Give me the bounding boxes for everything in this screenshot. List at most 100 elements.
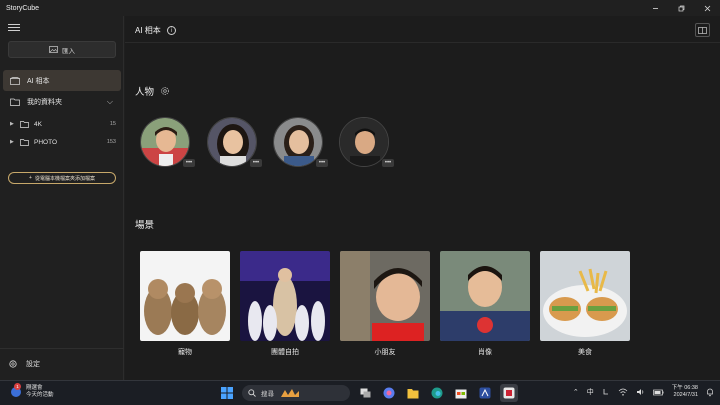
scene-caption: 小朋友 bbox=[374, 349, 396, 356]
image-import-icon bbox=[49, 46, 58, 53]
person-avatar[interactable]: ••• bbox=[273, 117, 328, 167]
scene-caption: 美食 bbox=[578, 349, 592, 356]
settings-gear-icon[interactable] bbox=[160, 86, 170, 96]
scene-caption: 寵物 bbox=[178, 349, 192, 356]
search-placeholder: 搜尋 bbox=[261, 391, 274, 398]
scene-caption: 肖像 bbox=[478, 349, 492, 356]
hamburger-menu-button[interactable] bbox=[8, 22, 20, 32]
main-header: AI 相本 i bbox=[125, 16, 720, 43]
taskbar-apps: 搜尋 bbox=[218, 384, 518, 402]
scene-thumbnail bbox=[440, 251, 530, 341]
person-avatar[interactable]: ••• bbox=[339, 117, 394, 167]
notification-bell-icon[interactable] bbox=[706, 388, 714, 397]
person-avatar[interactable]: ••• bbox=[207, 117, 262, 167]
scene-thumbnail bbox=[240, 251, 330, 341]
minimize-icon bbox=[652, 7, 658, 9]
ime-indicator[interactable]: 中 bbox=[587, 387, 594, 397]
scene-thumbnail bbox=[340, 251, 430, 341]
battery-icon[interactable] bbox=[652, 389, 664, 396]
clock[interactable]: 下午 06:38 2024/7/31 bbox=[672, 385, 698, 399]
folder-icon bbox=[20, 138, 29, 146]
view-toggle-button[interactable] bbox=[695, 23, 710, 37]
copilot-button[interactable] bbox=[380, 384, 398, 402]
search-icon bbox=[248, 389, 256, 397]
panel-icon bbox=[698, 26, 707, 34]
scenes-section-title: 場景 bbox=[135, 217, 154, 231]
clock-date: 2024/7/31 bbox=[673, 392, 698, 398]
window-controls bbox=[642, 0, 720, 16]
person-avatar[interactable]: ••• bbox=[140, 117, 195, 167]
app-icon bbox=[479, 387, 491, 399]
settings-button[interactable]: 設定 bbox=[8, 359, 40, 369]
search-highlight-icon bbox=[281, 389, 299, 397]
folder-name: 4K bbox=[34, 120, 42, 128]
add-folder-button[interactable]: + 從電腦本機檔案夾添加檔案 bbox=[8, 172, 116, 184]
import-button[interactable]: 匯入 bbox=[8, 41, 116, 58]
sidebar: 匯入 AI 相本 我的資料夾 ⌵ ▶ 4K 15 ▶ PHOTO 153 + 從… bbox=[0, 16, 124, 380]
file-explorer-button[interactable] bbox=[404, 384, 422, 402]
app-title: StoryCube bbox=[6, 4, 40, 12]
expand-arrow-icon[interactable]: ▶ bbox=[10, 121, 15, 127]
system-tray: ⌃ 中 下午 06:38 2024/7/31 bbox=[573, 385, 714, 399]
app-button[interactable] bbox=[476, 384, 494, 402]
chevron-down-icon[interactable]: ⌵ bbox=[107, 97, 113, 107]
expand-arrow-icon[interactable]: ▶ bbox=[10, 139, 15, 145]
import-label: 匯入 bbox=[62, 47, 75, 55]
storycube-taskbar-button[interactable] bbox=[500, 384, 518, 402]
scene-card-kids[interactable]: 小朋友 bbox=[340, 251, 430, 356]
people-title-text: 人物 bbox=[135, 87, 155, 98]
folder-icon bbox=[10, 98, 20, 106]
widgets-button[interactable]: 1 剛選會 今天的活動 bbox=[10, 383, 54, 399]
windows-logo-icon bbox=[221, 387, 233, 399]
wifi-icon[interactable] bbox=[618, 388, 628, 396]
main-content: AI 相本 i 人物 ••• ••• ••• ••• 場景 寵物 團體自拍 小朋… bbox=[125, 16, 720, 380]
nav-ai-album[interactable]: AI 相本 bbox=[3, 70, 121, 91]
edge-button[interactable] bbox=[428, 384, 446, 402]
start-button[interactable] bbox=[218, 384, 236, 402]
taskbar-search[interactable]: 搜尋 bbox=[242, 385, 350, 401]
people-section-title: 人物 bbox=[135, 84, 170, 98]
minimize-button[interactable] bbox=[642, 0, 668, 16]
scenes-title-text: 場景 bbox=[135, 220, 155, 231]
file-explorer-icon bbox=[407, 388, 419, 398]
scene-card-food[interactable]: 美食 bbox=[540, 251, 630, 356]
folder-icon bbox=[20, 120, 29, 128]
scene-card-group-selfie[interactable]: 團體自拍 bbox=[240, 251, 330, 356]
copilot-icon bbox=[383, 387, 395, 399]
folder-item-photo[interactable]: ▶ PHOTO 153 bbox=[10, 134, 118, 150]
folder-count: 153 bbox=[106, 139, 116, 145]
notification-badge: 1 bbox=[14, 383, 21, 390]
more-options-button[interactable]: ••• bbox=[316, 159, 328, 167]
more-options-button[interactable]: ••• bbox=[183, 159, 195, 167]
title-bar: StoryCube bbox=[0, 0, 720, 16]
scene-thumbnail bbox=[140, 251, 230, 341]
page-title-text: AI 相本 bbox=[135, 26, 161, 35]
task-view-button[interactable] bbox=[356, 384, 374, 402]
taskbar: 1 剛選會 今天的活動 搜尋 ⌃ 中 下午 06:38 2024/7/31 bbox=[0, 380, 720, 405]
info-icon[interactable]: i bbox=[166, 26, 176, 35]
more-options-button[interactable]: ••• bbox=[250, 159, 262, 167]
page-title: AI 相本 i bbox=[135, 25, 176, 36]
clock-time: 下午 06:38 bbox=[671, 385, 698, 391]
input-method-icon[interactable] bbox=[602, 388, 610, 396]
nav-my-folders[interactable]: 我的資料夾 ⌵ bbox=[3, 91, 121, 112]
task-view-icon bbox=[360, 388, 370, 398]
plus-icon: + bbox=[29, 175, 32, 181]
volume-icon[interactable] bbox=[636, 388, 645, 396]
settings-label: 設定 bbox=[26, 361, 40, 368]
chevron-up-icon[interactable]: ⌃ bbox=[573, 388, 579, 396]
gear-icon bbox=[9, 360, 17, 368]
widget-title: 剛選會 bbox=[26, 385, 43, 391]
scene-card-pets[interactable]: 寵物 bbox=[140, 251, 230, 356]
widget-subtitle: 今天的活動 bbox=[26, 392, 54, 398]
more-options-button[interactable]: ••• bbox=[382, 159, 394, 167]
close-icon bbox=[704, 5, 710, 11]
storycube-icon bbox=[503, 387, 515, 399]
close-button[interactable] bbox=[694, 0, 720, 16]
folder-item-4k[interactable]: ▶ 4K 15 bbox=[10, 116, 118, 132]
folder-count: 15 bbox=[109, 121, 116, 127]
maximize-button[interactable] bbox=[668, 0, 694, 16]
store-button[interactable] bbox=[452, 384, 470, 402]
scene-card-portrait[interactable]: 肖像 bbox=[440, 251, 530, 356]
restore-icon bbox=[678, 5, 684, 11]
